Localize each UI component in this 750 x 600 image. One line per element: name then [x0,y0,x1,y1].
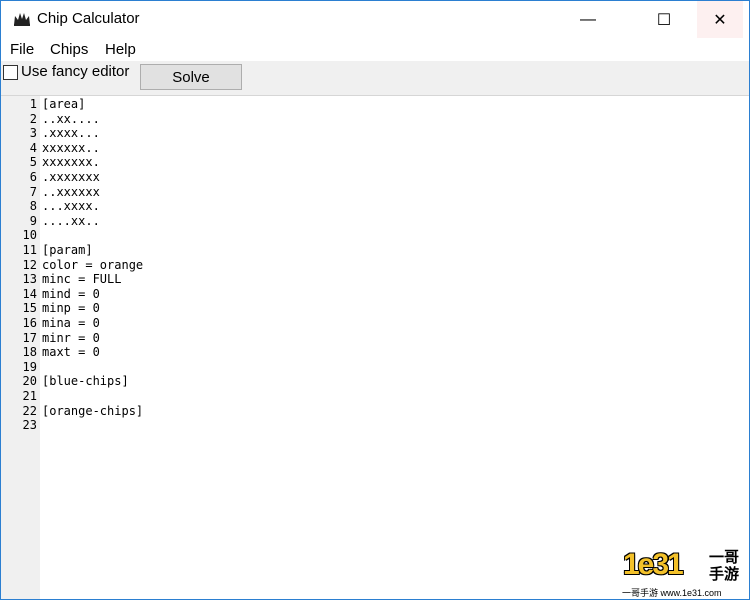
line-number: 11 [22,243,37,257]
line-number: 20 [22,374,37,389]
line-number: 7 [29,184,37,199]
code-text[interactable]: ..xx.... [42,112,100,127]
code-text[interactable]: ....xx.. [42,214,100,229]
code-text[interactable]: color = orange [42,258,143,273]
code-text[interactable]: ..xxxxxx [42,185,100,200]
line-number: 1 [29,97,37,111]
line-number: 8 [29,199,37,214]
line-number: 4 [29,140,37,155]
line-number: 18 [22,345,37,360]
code-text[interactable]: [orange-chips] [42,404,143,419]
fancy-editor-checkbox[interactable] [3,65,18,80]
line-number: 6 [29,170,37,184]
code-text[interactable]: minc = FULL [42,272,121,287]
line-number: 22 [22,403,37,418]
menu-chips[interactable]: Chips [50,41,88,58]
line-number: 3 [29,126,37,141]
code-text[interactable]: mind = 0 [42,287,100,302]
code-text[interactable]: maxt = 0 [42,345,100,360]
line-number: 16 [22,316,37,330]
window-title: Chip Calculator [37,10,140,27]
maximize-button[interactable]: ☐ [641,1,687,38]
code-text[interactable]: [param] [42,243,93,258]
menu-file[interactable]: File [10,41,34,58]
menu-bar: File Chips Help [1,38,749,61]
close-button[interactable]: ✕ [697,1,743,38]
watermark-chars: 一哥手游 [709,549,740,583]
line-number: 21 [22,389,37,403]
line-number: 9 [29,213,37,228]
code-text[interactable]: minr = 0 [42,331,100,346]
line-number: 19 [22,359,37,374]
minimize-button[interactable]: — [565,1,611,38]
line-number: 15 [22,301,37,316]
title-bar[interactable]: Chip Calculator — ☐ ✕ [1,1,749,38]
line-number: 5 [29,155,37,170]
line-number: 10 [22,228,37,243]
code-text[interactable]: .xxxx... [42,126,100,141]
code-text[interactable]: minp = 0 [42,301,100,316]
code-text[interactable]: [area] [42,97,85,112]
code-editor[interactable]: 1 [area] 2 ..xx.... 3 .xxxx... 4 xxxxxx.. 5 xxxxx… [1,96,749,599]
code-text[interactable]: xxxxxxx. [42,155,100,170]
code-text[interactable]: xxxxxx.. [42,141,100,156]
line-number: 23 [22,418,37,433]
menu-help[interactable]: Help [105,41,136,58]
line-number: 12 [22,257,37,272]
line-number: 13 [22,272,37,287]
app-window: Chip Calculator — ☐ ✕ File Chips Help Us… [0,0,750,600]
line-number: 17 [22,330,37,345]
crown-icon [14,13,30,26]
code-text[interactable]: .xxxxxxx [42,170,100,185]
solve-button[interactable]: Solve [140,64,242,90]
fancy-editor-label[interactable]: Use fancy editor [21,63,129,80]
watermark-site: 一哥手游 www.1e31.com [622,588,722,598]
watermark-number: 1e31 [623,548,684,581]
code-text[interactable]: mina = 0 [42,316,100,331]
line-number: 2 [29,111,37,126]
code-text[interactable]: [blue-chips] [42,374,129,389]
toolbar: Use fancy editor Solve [1,61,749,96]
line-number: 14 [22,286,37,301]
watermark-logo: 1e31 一哥手游 一哥手游 www.1e31.com [619,545,747,599]
code-text[interactable]: ...xxxx. [42,199,100,214]
